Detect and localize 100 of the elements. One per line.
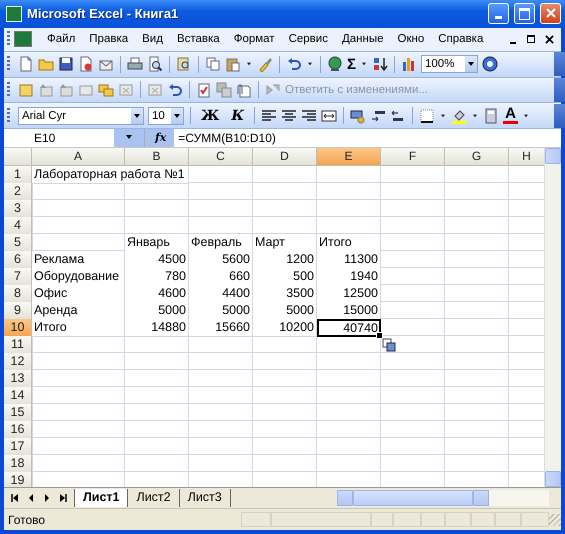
horizontal-scrollbar[interactable] (337, 490, 549, 506)
row-header[interactable]: 10 (4, 319, 32, 338)
bold-button[interactable]: Ж (197, 108, 224, 124)
print-preview-icon[interactable] (147, 56, 163, 72)
formula-field[interactable]: =СУММ(B10:D10) (174, 131, 276, 146)
status-text: Готово (7, 512, 46, 527)
print-icon[interactable] (127, 56, 143, 72)
align-center-icon[interactable] (281, 108, 298, 124)
menu-item[interactable]: Вид (135, 33, 170, 46)
row-header[interactable]: 2 (4, 183, 32, 202)
row-header[interactable]: 5 (4, 234, 32, 252)
sheet-tab[interactable]: Лист2 (128, 489, 180, 508)
menu-item[interactable]: Вставка (170, 33, 227, 46)
previous-sheet-icon[interactable] (27, 494, 35, 502)
autosum-button[interactable]: Σ (347, 56, 356, 73)
fill-color-icon[interactable] (451, 108, 468, 124)
table-cell: 4500 (125, 251, 189, 270)
sort-ascending-icon[interactable] (372, 56, 388, 72)
table-cell: 780 (125, 268, 189, 286)
close-button[interactable] (540, 3, 561, 24)
row-header[interactable]: 4 (4, 217, 32, 236)
vertical-scrollbar[interactable] (544, 148, 561, 488)
menu-item[interactable]: Правка (82, 33, 136, 46)
borders-icon[interactable] (419, 108, 436, 124)
font-dropdown[interactable]: Arial Cyr (18, 106, 144, 125)
folder-icon[interactable] (18, 82, 34, 98)
row-header[interactable]: 7 (4, 268, 32, 286)
last-sheet-icon[interactable] (59, 494, 67, 502)
row-header[interactable]: 3 (4, 200, 32, 218)
help-icon[interactable] (482, 56, 498, 72)
column-header[interactable]: D (253, 148, 317, 166)
table-cell: 5600 (189, 251, 253, 270)
excel-logo-icon (6, 6, 22, 22)
row-header[interactable]: 6 (4, 251, 32, 270)
merge-center-icon[interactable] (321, 108, 338, 124)
row-header[interactable]: 17 (4, 438, 32, 456)
row-header[interactable]: 1 (4, 166, 32, 184)
align-right-icon[interactable] (301, 108, 318, 124)
menu-item[interactable]: Сервис (282, 33, 335, 46)
menu-item[interactable]: Данные (334, 33, 391, 46)
close-workbook-icon[interactable] (544, 34, 554, 44)
restore-workbook-button[interactable] (525, 33, 537, 46)
table-cell: Февраль (189, 234, 253, 252)
menu-item[interactable]: Файл (40, 33, 82, 46)
table-cell: 12500 (317, 285, 381, 304)
row-header[interactable]: 15 (4, 404, 32, 422)
save-icon[interactable] (58, 56, 74, 72)
column-header[interactable]: A (32, 148, 125, 166)
new-document-icon[interactable] (18, 56, 34, 72)
table-cell: 5000 (189, 302, 253, 320)
row-header[interactable]: 8 (4, 285, 32, 304)
window-title: Microsoft Excel - Книга1 (27, 6, 178, 22)
row-header[interactable]: 19 (4, 472, 32, 488)
align-left-icon[interactable] (261, 108, 278, 124)
review-icon[interactable] (196, 82, 212, 98)
sheet-tab[interactable]: Лист3 (180, 489, 231, 508)
row-header[interactable]: 11 (4, 336, 32, 354)
copy-icon[interactable] (205, 56, 221, 72)
column-header[interactable]: E (317, 148, 381, 166)
insert-function-button[interactable]: fx (145, 129, 174, 148)
attachment-icon[interactable] (236, 82, 252, 98)
font-color-button[interactable]: A (503, 107, 518, 124)
maximize-button[interactable] (514, 3, 535, 24)
table-cell: 10200 (253, 319, 317, 338)
menu-item[interactable]: Формат (226, 33, 282, 46)
table-cell: Итого (317, 234, 381, 252)
column-header[interactable]: C (189, 148, 253, 166)
row-header[interactable]: 14 (4, 387, 32, 406)
font-size-dropdown[interactable]: 10 (148, 106, 184, 125)
table-cell: Март (253, 234, 317, 252)
undo-icon[interactable] (286, 56, 302, 72)
row-header[interactable]: 13 (4, 370, 32, 388)
cards-icon[interactable] (98, 82, 114, 98)
paste-icon[interactable] (225, 56, 241, 72)
column-header[interactable]: G (445, 148, 509, 166)
column-header[interactable]: B (125, 148, 189, 166)
resize-grip-icon[interactable] (549, 514, 561, 526)
next-sheet-icon[interactable] (43, 494, 51, 502)
table-cell: 4600 (125, 285, 189, 304)
table-cell: 500 (253, 268, 317, 286)
first-sheet-icon[interactable] (11, 494, 19, 502)
status-panel (521, 512, 549, 528)
fill-handle[interactable] (376, 332, 383, 340)
menu-item[interactable]: Справка (431, 33, 490, 46)
row-header[interactable]: 18 (4, 455, 32, 474)
workbook-icon[interactable] (14, 31, 32, 48)
auto-fill-options-icon[interactable] (382, 338, 396, 352)
table-cell: Реклама (32, 251, 125, 270)
column-header[interactable]: H (509, 148, 544, 166)
sheet-tab[interactable]: Лист1 (74, 489, 128, 508)
zoom-dropdown[interactable]: 100% (421, 55, 478, 74)
menu-item[interactable]: Окно (390, 33, 432, 46)
row-header[interactable]: 12 (4, 353, 32, 372)
italic-button[interactable]: К (227, 108, 248, 124)
column-header[interactable]: F (381, 148, 445, 166)
minimize-button[interactable] (488, 3, 509, 24)
table-cell: 11300 (317, 251, 381, 270)
row-header[interactable]: 9 (4, 302, 32, 320)
row-header[interactable]: 16 (4, 421, 32, 440)
calculator-icon[interactable] (483, 108, 500, 124)
